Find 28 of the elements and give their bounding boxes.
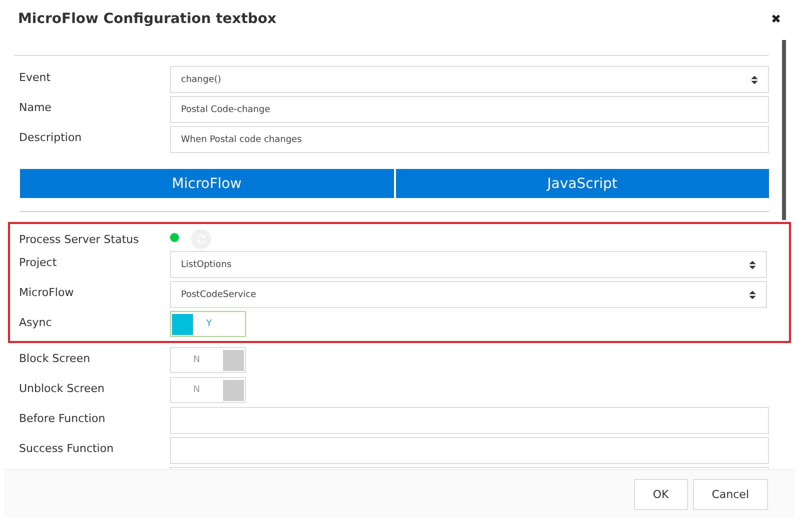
input-field[interactable]: Postal Code-change	[170, 96, 769, 123]
field-label: Project	[18, 255, 58, 269]
field-label: Description	[18, 130, 83, 144]
footer-button[interactable]: OK	[634, 478, 688, 510]
field-label: Name	[18, 100, 52, 114]
dropdown[interactable]: PostCodeService	[170, 281, 767, 308]
dialog-title: MicroFlow Configuration textbox	[18, 11, 276, 27]
dropdown[interactable]: change()	[170, 66, 769, 93]
field-label: Unblock Screen	[18, 381, 106, 395]
field-label: Event	[18, 70, 52, 84]
tab-button[interactable]: JavaScript	[396, 169, 769, 198]
sort-caret-icon	[749, 260, 756, 270]
input-field[interactable]	[170, 437, 769, 464]
input-field[interactable]	[170, 407, 769, 434]
input-field[interactable]: When Postal code changes	[170, 126, 769, 153]
dropdown[interactable]: ListOptions	[170, 251, 767, 278]
field-label: MicroFlow	[18, 285, 75, 299]
close-button[interactable]: ✖	[770, 12, 781, 26]
field-label: Process Server Status	[18, 232, 140, 246]
tab-button[interactable]: MicroFlow	[20, 169, 394, 198]
field-label: Block Screen	[18, 351, 92, 365]
footer-button[interactable]: Cancel	[692, 478, 768, 510]
field-label: Before Function	[18, 411, 106, 425]
sort-caret-icon	[751, 74, 758, 84]
field-label: Async	[18, 315, 53, 329]
scrollbar[interactable]	[782, 40, 786, 220]
sort-caret-icon	[749, 290, 756, 300]
field-label: Success Function	[18, 441, 115, 455]
